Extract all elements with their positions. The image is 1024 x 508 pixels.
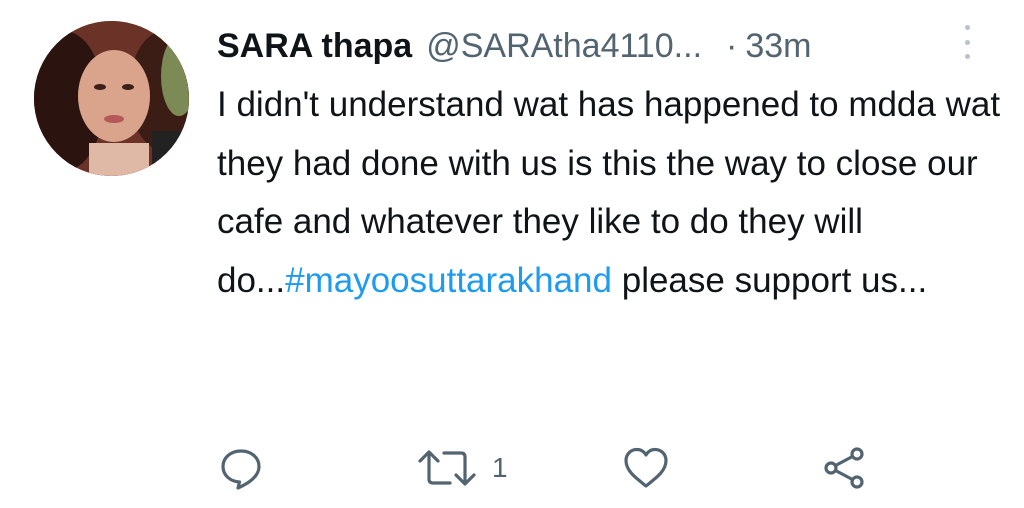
more-vertical-icon[interactable] <box>960 22 974 62</box>
reply-button[interactable] <box>218 438 264 498</box>
heart-icon <box>624 447 668 488</box>
retweet-button[interactable]: 1 <box>416 438 508 498</box>
separator-dot: · <box>726 26 738 65</box>
tweet-card[interactable]: SARA thapa @SARAtha4110... · 33m I didn'… <box>0 0 1024 508</box>
tweet-text-tail: please support us... <box>612 260 928 300</box>
like-button[interactable] <box>622 438 670 498</box>
retweet-icon <box>418 450 476 486</box>
action-bar: 1 <box>0 438 1024 498</box>
user-handle[interactable]: @SARAtha4110... <box>426 27 702 66</box>
tweet-header: SARA thapa @SARAtha4110... · 33m <box>217 22 812 70</box>
display-name[interactable]: SARA thapa <box>217 27 412 66</box>
retweet-count: 1 <box>492 452 508 483</box>
timestamp[interactable]: 33m <box>745 27 811 66</box>
share-icon <box>824 447 864 489</box>
reply-icon <box>221 449 261 490</box>
avatar[interactable] <box>34 21 189 176</box>
share-button[interactable] <box>820 438 868 498</box>
hashtag-link[interactable]: #mayoosuttarakhand <box>285 261 612 300</box>
tweet-text: I didn't understand wat has happened to … <box>217 76 1007 310</box>
